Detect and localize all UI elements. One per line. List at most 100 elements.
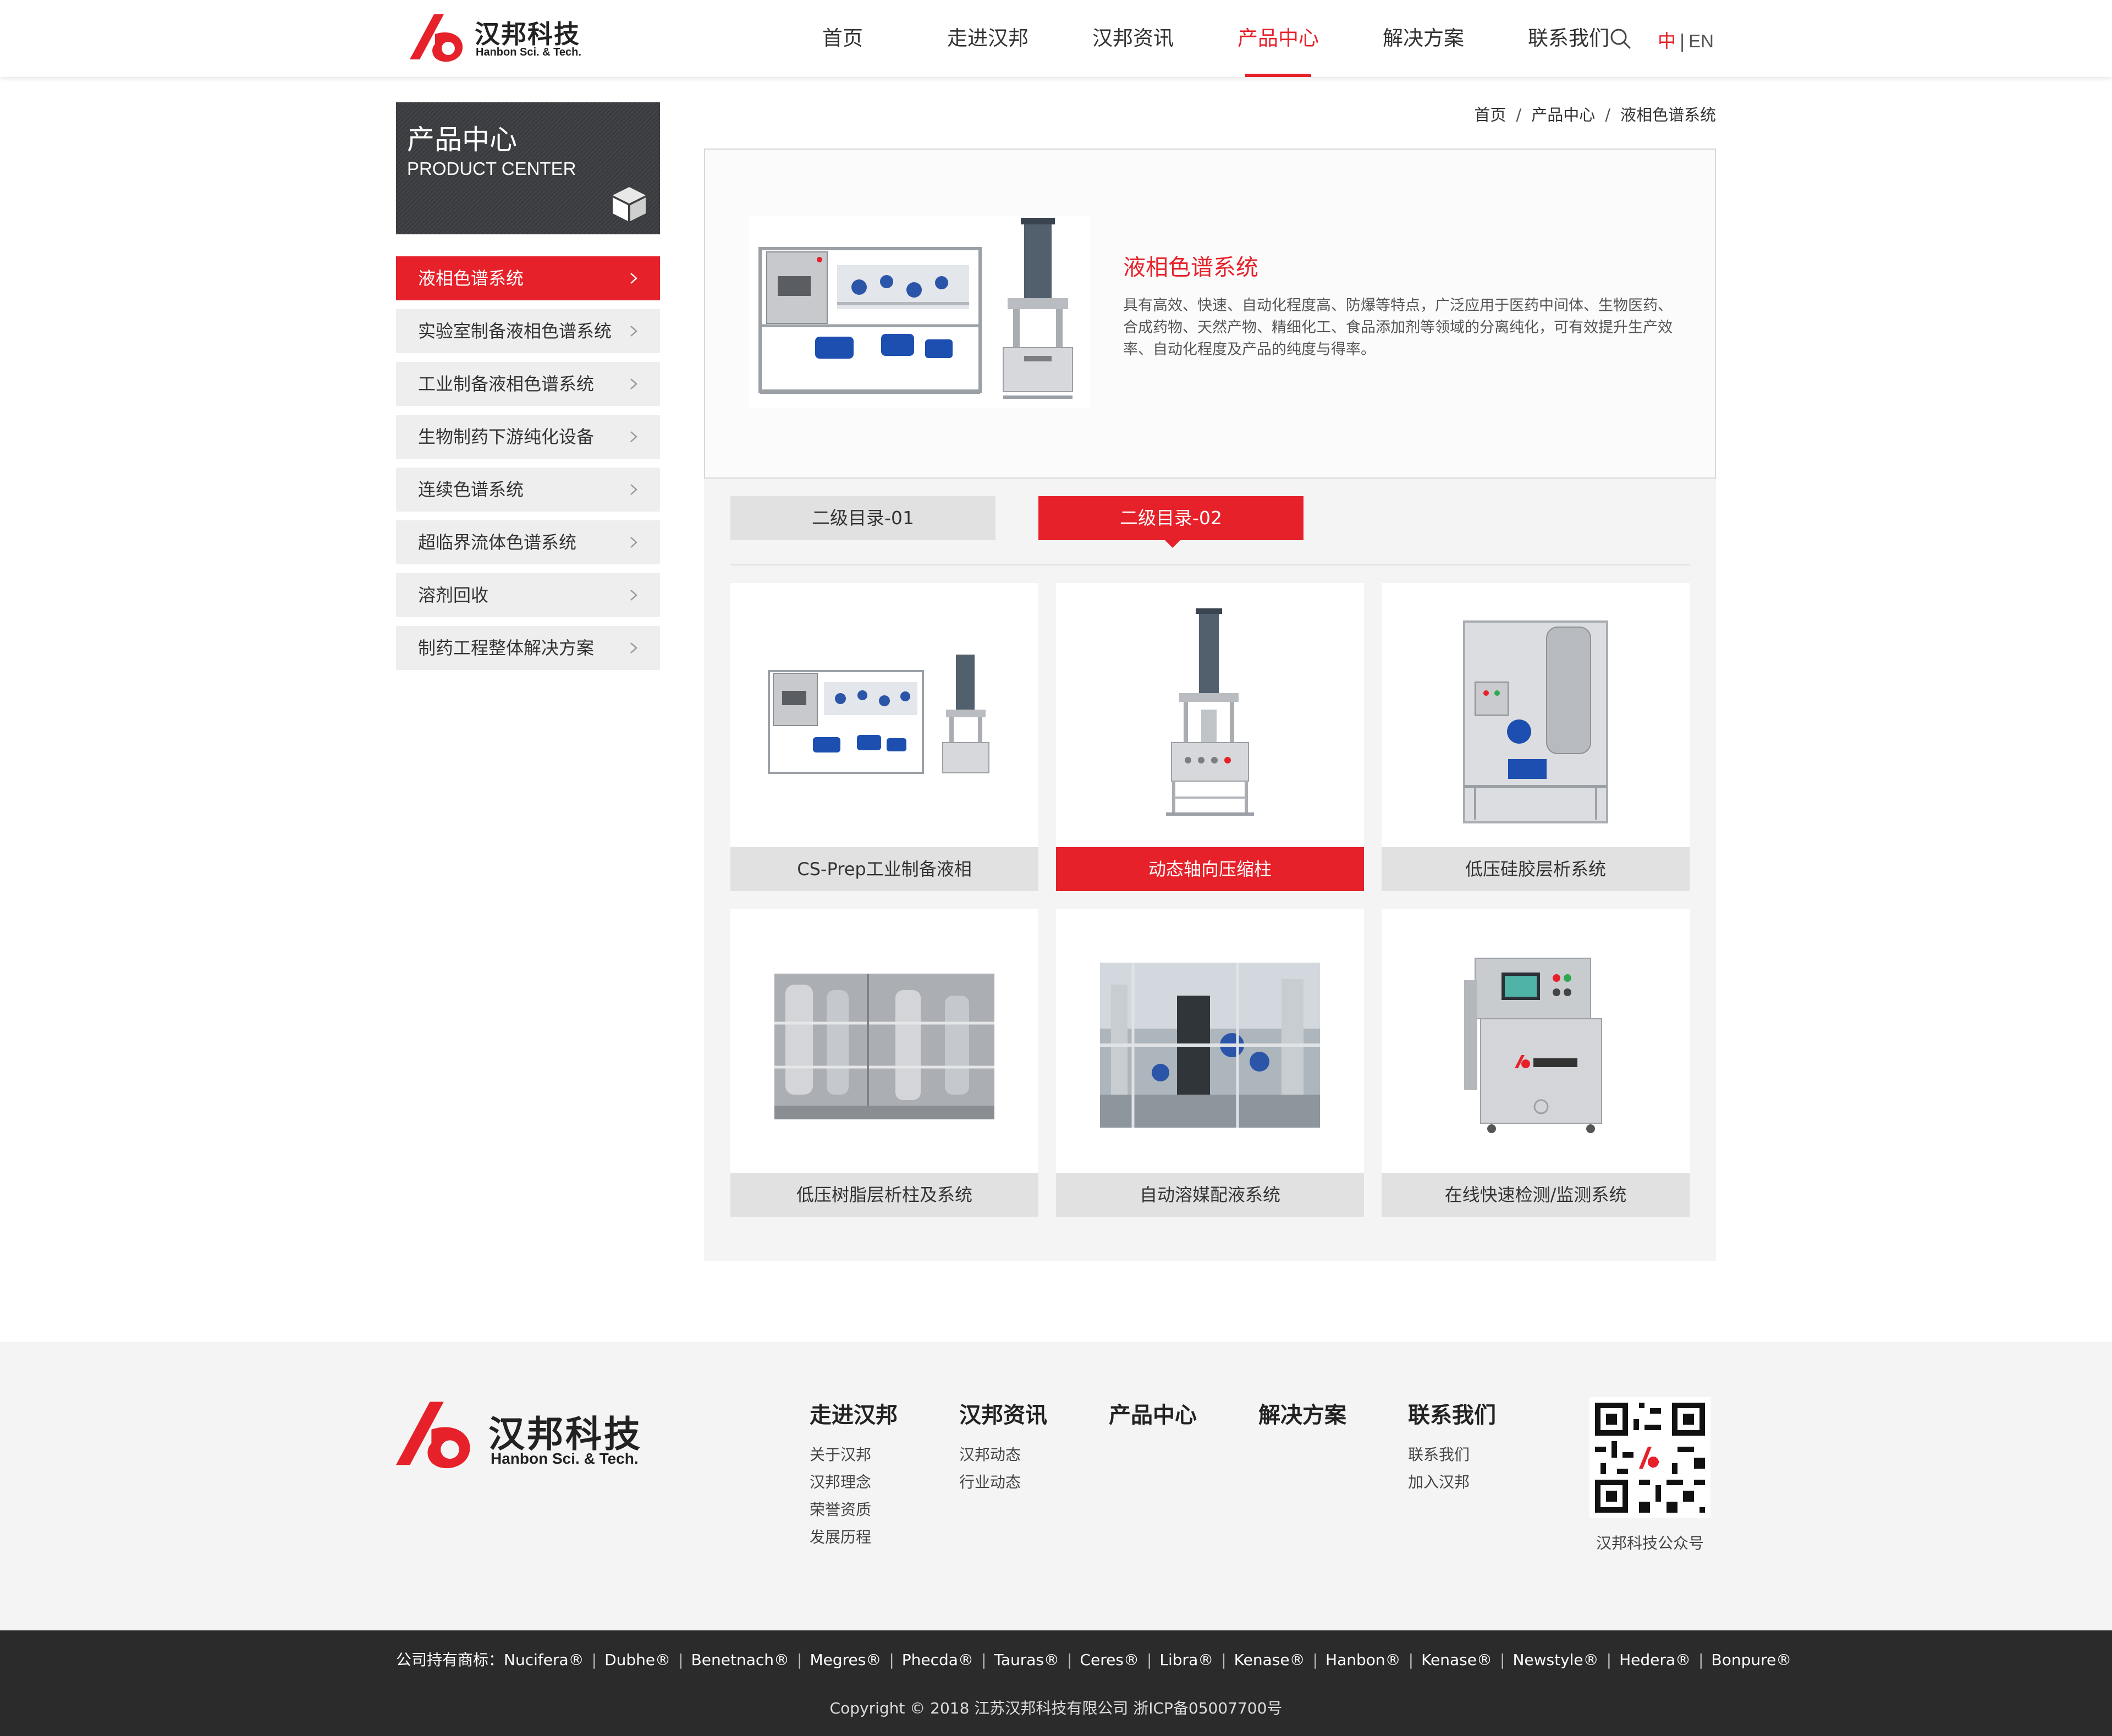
trademark-separator: | <box>1698 1651 1704 1669</box>
trademark-item: Nucifera® <box>504 1651 584 1669</box>
product-photo <box>730 583 1038 847</box>
trademark-item: Hedera® <box>1619 1651 1691 1669</box>
logo-mark-icon <box>410 14 463 62</box>
footer-bottom-bar: 公司持有商标：Nucifera® | Dubhe® | Benetnach® | Megre… <box>0 1630 2112 1736</box>
trademark-separator: | <box>1606 1651 1612 1669</box>
trademark-separator: | <box>1067 1651 1072 1669</box>
lc-system-photo <box>749 216 1090 408</box>
footer-column-title[interactable]: 产品中心 <box>1109 1397 1241 1429</box>
sidebar-item-label: 工业制备液相色谱系统 <box>418 373 595 394</box>
footer-link-contact-us[interactable]: 联系我们 <box>1408 1441 1540 1469</box>
breadcrumb: 首页 / 产品中心 / 液相色谱系统 <box>1474 102 1716 125</box>
footer-link-honors[interactable]: 荣誉资质 <box>810 1496 942 1524</box>
nav-item-solutions[interactable]: 解决方案 <box>1351 0 1496 77</box>
trademark-separator: | <box>889 1651 894 1669</box>
breadcrumb-home[interactable]: 首页 <box>1474 102 1506 125</box>
search-icon[interactable] <box>1609 28 1631 50</box>
sidebar-item-continuous[interactable]: 连续色谱系统 <box>396 468 660 512</box>
chevron-right-icon <box>630 537 637 548</box>
sidebar-item-label: 制药工程整体解决方案 <box>418 638 595 658</box>
sidebar-item-label: 连续色谱系统 <box>418 479 524 500</box>
chevron-right-icon <box>630 431 637 442</box>
product-photo <box>1382 583 1690 847</box>
trademark-separator: | <box>981 1651 987 1669</box>
nav-item-news[interactable]: 汉邦资讯 <box>1060 0 1206 77</box>
product-card[interactable]: 低压硅胶层析系统 <box>1382 583 1690 891</box>
footer-logo-text-en: Hanbon Sci. & Tech. <box>491 1450 639 1467</box>
trademark-item: Hanbon® <box>1326 1651 1401 1669</box>
tab-subcategory-01[interactable]: 二级目录-01 <box>730 496 996 540</box>
footer-logo[interactable]: 汉邦科技 Hanbon Sci. & Tech. <box>396 1397 649 1474</box>
main-nav: 首页 走进汉邦 汉邦资讯 产品中心 解决方案 联系我们 <box>770 0 1641 77</box>
breadcrumb-products[interactable]: 产品中心 <box>1531 102 1595 125</box>
product-card[interactable]: 低压树脂层析柱及系统 <box>730 909 1038 1217</box>
breadcrumb-separator: / <box>1605 106 1610 124</box>
lang-separator: | <box>1679 30 1686 52</box>
product-card[interactable]: 自动溶媒配液系统 <box>1056 909 1364 1217</box>
footer-column-title[interactable]: 走进汉邦 <box>810 1397 942 1429</box>
site-logo[interactable]: 汉邦科技 Hanbon Sci. & Tech. <box>410 12 586 65</box>
sidebar-header: 产品中心 PRODUCT CENTER <box>396 102 660 234</box>
footer-link-join-us[interactable]: 加入汉邦 <box>1408 1469 1540 1496</box>
trademark-separator: | <box>1146 1651 1152 1669</box>
trademark-item: Ceres® <box>1080 1651 1139 1669</box>
product-photo <box>1056 909 1364 1173</box>
tab-subcategory-02[interactable]: 二级目录-02 <box>1038 496 1304 548</box>
product-list-area: 二级目录-01 二级目录-02 CS-Prep工业制备液相 动态轴向压缩柱 低压… <box>704 479 1716 1261</box>
footer-link-about-us[interactable]: 关于汉邦 <box>810 1441 942 1469</box>
trademark-item: Benetnach® <box>691 1651 790 1669</box>
trademark-separator: | <box>1221 1651 1226 1669</box>
sidebar-item-solvent-recovery[interactable]: 溶剂回收 <box>396 573 660 617</box>
product-card[interactable]: 在线快速检测/监测系统 <box>1382 909 1690 1217</box>
sidebar-item-label: 实验室制备液相色谱系统 <box>418 321 612 342</box>
tabs-divider <box>730 564 1690 565</box>
product-card[interactable]: CS-Prep工业制备液相 <box>730 583 1038 891</box>
sidebar-item-label: 超临界流体色谱系统 <box>418 532 577 553</box>
site-header: 汉邦科技 Hanbon Sci. & Tech. 首页 走进汉邦 汉邦资讯 产品… <box>0 0 2112 77</box>
category-description: 具有高效、快速、自动化程度高、防爆等特点，广泛应用于医药中间体、生物医药、合成药… <box>1123 297 1673 358</box>
wechat-qr-code <box>1590 1397 1711 1518</box>
trademark-separator: | <box>1500 1651 1505 1669</box>
footer-link-company-news[interactable]: 汉邦动态 <box>959 1441 1091 1469</box>
tab-active-indicator <box>1165 540 1180 548</box>
lang-zh-link[interactable]: 中 <box>1658 30 1676 52</box>
trademark-prefix: 公司持有商标： <box>396 1651 504 1669</box>
trademark-item: Tauras® <box>994 1651 1060 1669</box>
trademark-item: Phecda® <box>901 1651 974 1669</box>
trademark-separator: | <box>678 1651 684 1669</box>
sidebar-item-label: 溶剂回收 <box>418 585 489 606</box>
footer-link-philosophy[interactable]: 汉邦理念 <box>810 1469 942 1496</box>
nav-item-about[interactable]: 走进汉邦 <box>915 0 1060 77</box>
product-photo <box>1056 583 1364 847</box>
breadcrumb-separator: / <box>1516 106 1522 124</box>
sidebar-item-pharma-engineering[interactable]: 制药工程整体解决方案 <box>396 626 660 670</box>
footer-column-title[interactable]: 解决方案 <box>1258 1397 1390 1429</box>
footer-column-title[interactable]: 联系我们 <box>1408 1397 1540 1429</box>
trademark-item: Libra® <box>1159 1651 1214 1669</box>
chevron-right-icon <box>630 273 637 284</box>
qr-code-label: 汉邦科技公众号 <box>1596 1534 1704 1552</box>
logo-text-en: Hanbon Sci. & Tech. <box>476 46 581 58</box>
nav-item-products[interactable]: 产品中心 <box>1206 0 1351 77</box>
footer-column-contact: 联系我们 联系我们 加入汉邦 <box>1408 1397 1540 1496</box>
sidebar-item-label: 液相色谱系统 <box>418 268 524 289</box>
footer-link-history[interactable]: 发展历程 <box>810 1524 942 1551</box>
sidebar-item-lc-systems[interactable]: 液相色谱系统 <box>396 256 660 300</box>
sidebar-item-industrial-prep[interactable]: 工业制备液相色谱系统 <box>396 362 660 406</box>
footer-column-solutions: 解决方案 <box>1258 1397 1390 1441</box>
footer-link-industry-news[interactable]: 行业动态 <box>959 1469 1091 1496</box>
lang-en-link[interactable]: EN <box>1689 31 1714 51</box>
trademark-item: Kenase® <box>1234 1651 1305 1669</box>
nav-item-home[interactable]: 首页 <box>770 0 915 77</box>
footer-column-products: 产品中心 <box>1109 1397 1241 1441</box>
product-card[interactable]: 动态轴向压缩柱 <box>1056 583 1364 891</box>
trademark-separator: | <box>797 1651 802 1669</box>
copyright-text: Copyright © 2018 江苏汉邦科技有限公司 浙ICP备0500770… <box>829 1699 1283 1717</box>
footer-column-title[interactable]: 汉邦资讯 <box>959 1397 1091 1429</box>
sidebar-item-lab-prep[interactable]: 实验室制备液相色谱系统 <box>396 309 660 353</box>
sidebar-title-cn: 产品中心 <box>407 124 517 156</box>
trademark-separator: | <box>1408 1651 1414 1669</box>
sidebar-item-supercritical[interactable]: 超临界流体色谱系统 <box>396 520 660 564</box>
sidebar-item-biopharma[interactable]: 生物制药下游纯化设备 <box>396 415 660 459</box>
tab-label: 二级目录-02 <box>1120 507 1222 529</box>
